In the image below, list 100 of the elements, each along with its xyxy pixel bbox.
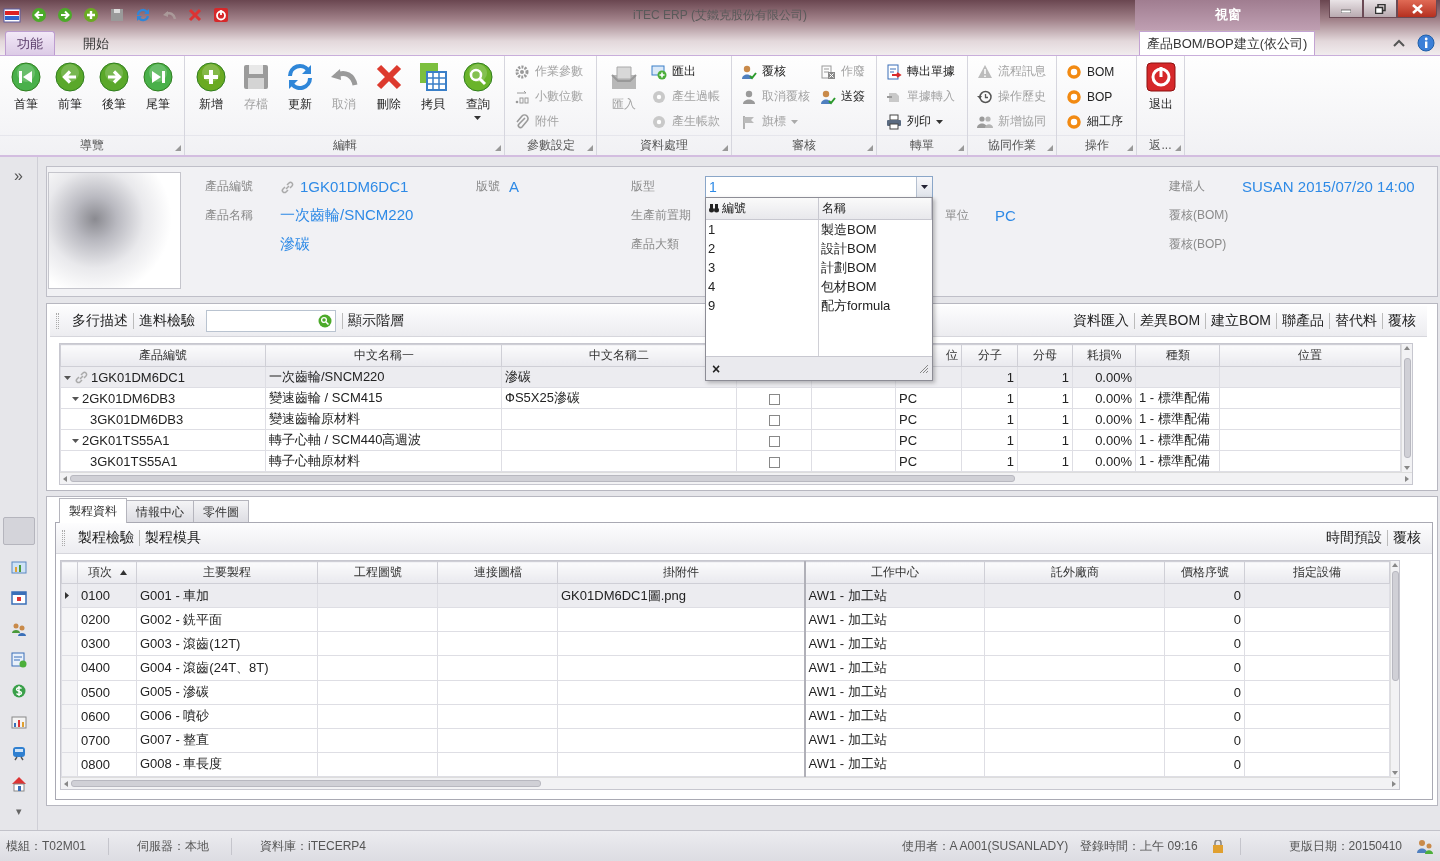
scroll-down-button[interactable]: ▾ — [15, 805, 22, 818]
option-code[interactable]: 9 — [706, 296, 819, 315]
table-cell: 1 - 標準配備 — [1139, 432, 1210, 447]
option-name[interactable]: 包材BOM — [819, 277, 932, 296]
ring-icon — [1066, 88, 1082, 105]
ribbon-button[interactable]: 前筆 — [48, 59, 92, 135]
table-cell: 變速齒輪 / SCM415 — [269, 390, 383, 405]
table-cell: 轉子心軸 / SCM440高週波 — [269, 432, 422, 447]
toolbar-button[interactable]: 顯示階層 — [343, 312, 409, 330]
table-cell: GK01DM6DC1圖.png — [561, 587, 686, 603]
users-icon — [977, 113, 993, 130]
table-cell: 1 — [1061, 390, 1069, 406]
ribbon-button[interactable]: BOM — [1064, 59, 1125, 84]
table-cell: 0 — [1233, 636, 1241, 652]
ribbon-button[interactable]: 匯出 — [649, 59, 722, 84]
option-name[interactable]: 製造BOM — [819, 220, 932, 239]
ribbon-tab[interactable]: 功能 — [5, 31, 55, 55]
table-cell: AW1 - 加工站 — [808, 732, 887, 748]
field-label: 版型 — [631, 178, 655, 195]
dialog-launcher-icon — [1127, 145, 1133, 151]
minimize-button[interactable] — [1329, 0, 1363, 18]
ribbon-button[interactable]: 退出 — [1141, 59, 1180, 135]
toolbar-button[interactable]: 時間預設 — [1321, 529, 1387, 547]
ribbon-button[interactable]: 首筆 — [4, 59, 48, 135]
ribbon-tab[interactable]: 開始 — [71, 31, 121, 55]
panel-tab[interactable]: 製程資料 — [59, 498, 127, 523]
horizontal-scrollbar[interactable] — [60, 472, 1412, 484]
close-button[interactable] — [1397, 0, 1437, 18]
toolbar-button[interactable]: 覆核 — [1383, 312, 1421, 330]
item-code: 3GK01TS55A1 — [90, 453, 178, 469]
option-name[interactable]: 計劃BOM — [819, 258, 932, 277]
type-combo-box[interactable]: 1 — [705, 175, 933, 198]
toolbar-button[interactable]: 資料匯入 — [1068, 312, 1135, 330]
table-cell: 0 — [1233, 684, 1241, 700]
toolbar-button[interactable]: 差異BOM — [1135, 312, 1206, 330]
ribbon-button[interactable]: 刪除 — [366, 59, 412, 135]
user-check-icon — [741, 63, 757, 80]
option-code[interactable]: 2 — [706, 239, 819, 258]
vertical-scrollbar[interactable] — [1401, 344, 1412, 472]
dialog-launcher-icon — [867, 145, 873, 151]
checkbox[interactable] — [768, 414, 780, 426]
info-icon — [1417, 34, 1435, 52]
ribbon-button[interactable]: 覆核 — [739, 59, 812, 84]
table-cell: G005 - 滲碳 — [140, 684, 210, 700]
restore-button[interactable] — [1363, 0, 1397, 18]
table-cell: 1 - 標準配備 — [1139, 411, 1210, 426]
toolbar-button[interactable]: 替代料 — [1330, 312, 1382, 330]
ribbon-button[interactable]: 送簽 — [818, 84, 867, 109]
table-icon — [417, 61, 450, 93]
vertical-scrollbar[interactable] — [1390, 561, 1399, 777]
option-name[interactable]: 設計BOM — [819, 239, 932, 258]
ribbon-button[interactable]: 列印 — [884, 109, 957, 134]
gear-icon — [514, 63, 530, 80]
table-cell: 1 - 標準配備 — [1139, 390, 1210, 405]
ribbon-button[interactable]: 尾筆 — [136, 59, 180, 135]
column-header: 名稱 — [822, 200, 846, 217]
search-field[interactable] — [206, 310, 336, 332]
checkbox[interactable] — [768, 435, 780, 447]
close-button[interactable]: × — [712, 360, 721, 377]
ribbon-button[interactable]: 後筆 — [92, 59, 136, 135]
column-header: 中文名稱一 — [353, 348, 414, 362]
checkbox[interactable] — [768, 393, 780, 405]
table-cell: AW1 - 加工站 — [808, 635, 887, 651]
ribbon-button[interactable]: 查詢 — [455, 59, 500, 135]
toolbar-button[interactable]: 覆核 — [1388, 529, 1426, 547]
option-code[interactable]: 3 — [706, 258, 819, 277]
toolbar-button[interactable]: 製程檢驗 — [73, 529, 139, 547]
ribbon-button[interactable]: 細工序 — [1064, 109, 1125, 134]
ribbon-button[interactable]: 新增 — [189, 59, 234, 135]
link-icon — [280, 179, 294, 194]
search-icon — [461, 61, 494, 93]
scroll-arrow-icon — [64, 780, 68, 787]
toolbar-button[interactable]: 建立BOM — [1206, 312, 1276, 330]
table-cell: 1 — [1061, 411, 1069, 427]
table-cell: G004 - 滾齒(24T、8T) — [140, 659, 269, 675]
checkbox[interactable] — [768, 456, 780, 468]
table-cell: G003 - 滾齒(12T) — [140, 635, 241, 651]
ribbon-button[interactable]: 轉出單據 — [884, 59, 957, 84]
table-cell: 一次齒輪/SNCM220 — [269, 369, 385, 384]
ribbon-button[interactable]: BOP — [1064, 84, 1125, 109]
status-text: 伺服器：本地 — [137, 837, 210, 855]
table-cell: 0.00% — [1095, 369, 1132, 385]
toolbar-button[interactable]: 進料檢驗 — [134, 312, 200, 330]
ribbon-button[interactable]: 更新 — [277, 59, 323, 135]
option-code[interactable]: 4 — [706, 277, 819, 296]
ribbon-button[interactable]: 拷貝 — [411, 59, 456, 135]
toolbar-button[interactable]: 聯產品 — [1277, 312, 1329, 330]
document-tab[interactable]: 產品BOM/BOP建立(依公司) — [1139, 31, 1316, 55]
scroll-arrow-icon — [63, 475, 67, 482]
table-cell: 轉子心軸原材料 — [269, 453, 360, 468]
row-pointer-icon — [65, 592, 69, 600]
option-name[interactable]: 配方formula — [819, 296, 932, 315]
panel-tab[interactable]: 零件圖 — [193, 500, 249, 523]
horizontal-scrollbar[interactable] — [61, 777, 1399, 789]
field-label: 產品編號 — [205, 178, 253, 195]
toolbar-button[interactable]: 多行描述 — [67, 312, 133, 330]
group-title: 轉單 — [910, 136, 934, 154]
toolbar-button[interactable]: 製程模具 — [140, 529, 206, 547]
expand-button[interactable]: » — [14, 167, 23, 185]
option-code[interactable]: 1 — [706, 220, 819, 239]
